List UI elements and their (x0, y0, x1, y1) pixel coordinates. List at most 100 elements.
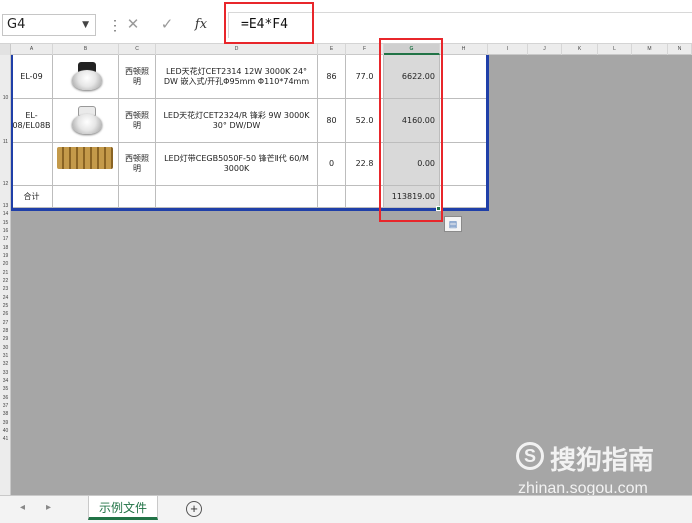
row-header[interactable]: 34 (0, 378, 11, 384)
prev-sheet-icon[interactable]: ◂ (20, 502, 25, 513)
table-cell[interactable]: 4160.00 (384, 99, 440, 143)
column-header-b[interactable]: B (53, 44, 119, 55)
function-icon[interactable]: fx (190, 14, 212, 36)
column-header-a[interactable]: A (11, 44, 53, 55)
check-icon[interactable]: ✓ (156, 14, 178, 36)
row-header[interactable]: 22 (0, 278, 11, 284)
table-cell[interactable]: 86 (318, 55, 346, 99)
row-header[interactable]: 14 (0, 211, 11, 217)
row-header[interactable]: 12 (0, 181, 11, 187)
table-cell[interactable]: EL-08/EL08B (11, 99, 53, 143)
table-cell[interactable]: 西顿照明 (119, 143, 156, 186)
table-cell[interactable] (53, 186, 119, 208)
table-cell[interactable] (318, 186, 346, 208)
column-header-k[interactable]: K (562, 44, 598, 55)
spreadsheet-app: G4 ▼ ⋮ ✕ ✓ fx =E4*F4 A B C D E F G H I J… (0, 0, 692, 523)
table-cell[interactable]: 22.8 (346, 143, 384, 186)
row-header[interactable]: 15 (0, 220, 11, 226)
formula-bar: G4 ▼ ⋮ ✕ ✓ fx =E4*F4 (0, 0, 692, 44)
column-header-i[interactable]: I (488, 44, 528, 55)
watermark: S 搜狗指南 zhinan.sogou.com (516, 440, 686, 500)
fill-handle[interactable] (436, 206, 441, 211)
column-header-j[interactable]: J (528, 44, 562, 55)
column-header-h[interactable]: H (440, 44, 488, 55)
row-header[interactable]: 16 (0, 228, 11, 234)
chevron-down-icon[interactable]: ▼ (82, 15, 89, 35)
table-cell[interactable] (440, 55, 488, 99)
table-cell[interactable]: EL-09 (11, 55, 53, 99)
column-header-g[interactable]: G (384, 44, 440, 55)
table-cell[interactable]: 0 (318, 143, 346, 186)
row-header[interactable]: 33 (0, 370, 11, 376)
next-sheet-icon[interactable]: ▸ (46, 502, 51, 513)
table-cell[interactable]: 77.0 (346, 55, 384, 99)
table-cell[interactable]: LED天花灯CET2314 12W 3000K 24° DW 嵌入式/开孔Φ95… (156, 55, 318, 99)
add-sheet-icon[interactable]: + (186, 501, 202, 517)
select-all-corner[interactable] (0, 44, 11, 55)
column-header-d[interactable]: D (156, 44, 318, 55)
table-cell[interactable]: 西顿照明 (119, 55, 156, 99)
product-image-cell[interactable] (53, 99, 119, 143)
column-header-l[interactable]: L (598, 44, 632, 55)
row-header[interactable]: 38 (0, 411, 11, 417)
table-cell[interactable]: LED天花灯CET2324/R 锋彩 9W 3000K 30° DW/DW (156, 99, 318, 143)
formula-bar-separator[interactable]: ⋮ (108, 14, 122, 36)
table-cell[interactable]: 80 (318, 99, 346, 143)
row-header[interactable]: 17 (0, 236, 11, 242)
row-header[interactable]: 40 (0, 428, 11, 434)
table-cell[interactable] (156, 186, 318, 208)
row-header[interactable]: 20 (0, 261, 11, 267)
column-header-n[interactable]: N (668, 44, 692, 55)
table-border-bottom (11, 208, 489, 211)
row-header[interactable]: 13 (0, 203, 11, 209)
table-cell[interactable]: 52.0 (346, 99, 384, 143)
column-header-row: A B C D E F G H I J K L M N (0, 44, 692, 55)
row-header[interactable]: 31 (0, 353, 11, 359)
row-header[interactable]: 11 (0, 139, 11, 145)
row-header[interactable]: 26 (0, 311, 11, 317)
table-cell[interactable]: 6622.00 (384, 55, 440, 99)
row-header[interactable]: 27 (0, 320, 11, 326)
column-header-m[interactable]: M (632, 44, 668, 55)
quick-analysis-icon[interactable]: ▤ (444, 216, 462, 232)
row-header[interactable]: 23 (0, 286, 11, 292)
row-header[interactable]: 21 (0, 270, 11, 276)
row-header[interactable]: 10 (0, 95, 11, 101)
row-header[interactable]: 37 (0, 403, 11, 409)
table-cell[interactable]: LED灯带CEGB5050F-50 锋芒Ⅱ代 60/M 3000K (156, 143, 318, 186)
table-cell[interactable] (440, 186, 488, 208)
table-cell[interactable]: 0.00 (384, 143, 440, 186)
product-image-cell[interactable] (53, 143, 119, 186)
row-header[interactable]: 18 (0, 245, 11, 251)
row-header[interactable]: 41 (0, 436, 11, 442)
row-header[interactable]: 36 (0, 395, 11, 401)
table-cell[interactable]: 西顿照明 (119, 99, 156, 143)
row-header[interactable]: 25 (0, 303, 11, 309)
column-header-c[interactable]: C (119, 44, 156, 55)
row-header[interactable]: 19 (0, 253, 11, 259)
cancel-icon[interactable]: ✕ (122, 14, 144, 36)
row-header[interactable]: 24 (0, 295, 11, 301)
table-cell[interactable] (11, 143, 53, 186)
name-box[interactable]: G4 ▼ (2, 14, 96, 36)
total-label[interactable]: 合计 (11, 186, 53, 208)
row-header[interactable]: 29 (0, 336, 11, 342)
row-header[interactable]: 28 (0, 328, 11, 334)
sheet-tab-active[interactable]: 示例文件 (88, 496, 158, 520)
table-cell[interactable] (440, 99, 488, 143)
lamp-image-part (72, 114, 102, 134)
total-value[interactable]: 113819.00 (384, 186, 440, 208)
row-header[interactable]: 32 (0, 361, 11, 367)
formula-input[interactable]: =E4*F4 (228, 12, 692, 38)
lamp-image (62, 60, 110, 94)
row-header[interactable]: 39 (0, 420, 11, 426)
table-cell[interactable] (119, 186, 156, 208)
column-header-e[interactable]: E (318, 44, 346, 55)
table-border-left (11, 55, 13, 210)
table-cell[interactable] (440, 143, 488, 186)
column-header-f[interactable]: F (346, 44, 384, 55)
row-header[interactable]: 30 (0, 345, 11, 351)
row-header[interactable]: 35 (0, 386, 11, 392)
table-cell[interactable] (346, 186, 384, 208)
product-image-cell[interactable] (53, 55, 119, 99)
